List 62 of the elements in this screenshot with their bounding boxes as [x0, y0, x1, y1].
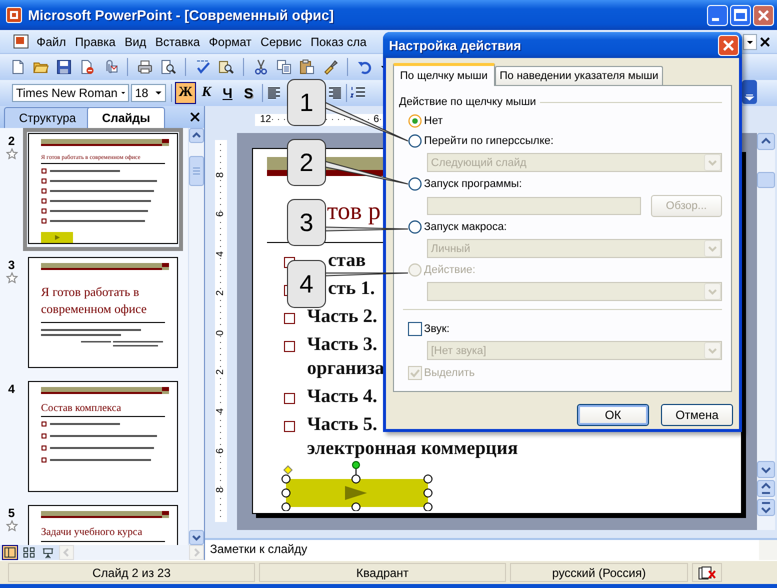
- ruler-number: 8: [216, 172, 226, 178]
- slide-thumbnail[interactable]: Я готов работать в современном офисе: [28, 257, 178, 368]
- radio-label: Действие:: [424, 264, 476, 276]
- menu-item[interactable]: Сервис: [256, 32, 306, 50]
- menu-item[interactable]: Файл: [32, 32, 71, 50]
- italic-button[interactable]: К: [196, 82, 217, 104]
- window-title: Microsoft PowerPoint - [Современный офис]: [28, 7, 335, 23]
- slide-thumbnail[interactable]: Состав комплекса: [28, 381, 178, 492]
- menu-item[interactable]: Формат: [204, 32, 256, 50]
- status-text: Квадрант: [259, 563, 506, 582]
- dialog-tab[interactable]: По щелчку мыши: [393, 63, 495, 86]
- pane-tab[interactable]: Слайды: [86, 107, 166, 128]
- bullet-text: Часть 5.: [307, 413, 378, 437]
- slide-title: Я готов работать в современном офисе: [41, 274, 165, 323]
- bullet-text: электронная коммерция: [307, 437, 518, 461]
- slide-title: Состав комплекса: [41, 398, 165, 417]
- slide-number: 2: [8, 134, 15, 148]
- slide-number: 5: [8, 506, 15, 520]
- ruler-number: 8: [216, 487, 226, 493]
- group-label: Действие по щелчку мыши: [399, 96, 536, 108]
- radio-label: Нет: [424, 114, 443, 126]
- slide-thumbnail[interactable]: Задачи учебного курса: [28, 505, 178, 545]
- bullet-text: Часть 4.: [307, 385, 378, 409]
- dialog-tab[interactable]: По наведении указателя мыши: [494, 66, 664, 85]
- cancel-button[interactable]: Отмена: [661, 404, 733, 426]
- slide-number: 3: [8, 258, 15, 272]
- ruler-number: 6: [372, 114, 380, 126]
- shadow-button[interactable]: S: [238, 82, 259, 104]
- callout: 2: [287, 139, 408, 186]
- ruler-number: 6: [216, 212, 226, 218]
- radio-label: Перейти по гиперссылке:: [424, 134, 554, 146]
- slide-title: Задачи учебного курса: [41, 522, 165, 542]
- checkbox-label: Выделить: [424, 366, 475, 378]
- status-text: Слайд 2 из 23: [8, 563, 255, 582]
- slide-title: тов р: [327, 197, 381, 227]
- dialog-title: Настройка действия: [389, 38, 522, 52]
- checkbox-label: Звук:: [424, 322, 450, 334]
- ruler-number: 6: [216, 448, 226, 454]
- menu-item[interactable]: Показ сла: [306, 32, 371, 50]
- pane-tab[interactable]: Структура: [4, 107, 91, 128]
- bullet-text: сть 1.: [328, 277, 375, 301]
- font-dropdown[interactable]: Times New Roman: [12, 84, 129, 102]
- menu-item[interactable]: Вид: [120, 32, 151, 50]
- ruler-number: 4: [216, 408, 226, 414]
- bold-button[interactable]: Ж: [175, 82, 196, 104]
- ruler-number: 2: [216, 290, 226, 296]
- ruler-number: 2: [216, 369, 226, 375]
- underline-button[interactable]: Ч: [217, 82, 238, 104]
- menu-item[interactable]: Правка: [70, 32, 120, 50]
- bullet-text: став: [328, 249, 366, 273]
- bullet-text: Часть 2.: [307, 305, 378, 329]
- radio-label: Запуск программы:: [424, 178, 522, 190]
- ruler-number: 0: [216, 330, 226, 336]
- radio-label: Запуск макроса:: [424, 220, 507, 232]
- menu-item[interactable]: Вставка: [150, 32, 204, 50]
- slide-number: 4: [8, 382, 15, 396]
- ok-button[interactable]: ОК: [577, 404, 649, 426]
- ruler-number: 4: [216, 250, 226, 257]
- bullet-text: организа: [307, 357, 384, 381]
- status-text: русский (Россия): [510, 563, 688, 582]
- bullet-text: Часть 3.: [307, 333, 378, 357]
- font-size-dropdown[interactable]: 18: [131, 84, 166, 102]
